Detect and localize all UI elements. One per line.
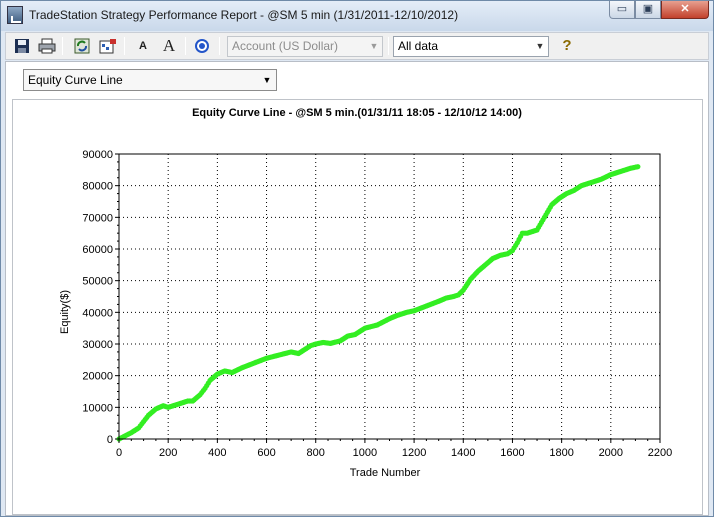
- print-icon[interactable]: [37, 36, 57, 56]
- x-tick-label: 1200: [402, 447, 426, 459]
- report-panel: Equity Curve Line ▼ Equity Curve Line - …: [5, 61, 709, 516]
- y-tick-label: 10000: [82, 402, 113, 414]
- chevron-down-icon: ▼: [369, 41, 379, 51]
- equity-curve-chart: Equity Curve Line - @SM 5 min.(01/31/11 …: [59, 107, 672, 479]
- graph-type-value: Equity Curve Line: [28, 73, 123, 87]
- x-tick-label: 600: [257, 447, 275, 459]
- toolbar-separator: [185, 37, 186, 55]
- chart-title: Equity Curve Line - @SM 5 min.(01/31/11 …: [192, 107, 522, 119]
- x-tick-label: 1000: [353, 447, 377, 459]
- x-tick-label: 2200: [648, 447, 672, 459]
- increase-font-button[interactable]: A: [159, 36, 179, 56]
- toolbar-separator: [62, 37, 63, 55]
- maximize-button[interactable]: ▣: [635, 1, 661, 19]
- x-tick-label: 1800: [549, 447, 573, 459]
- x-tick-label: 800: [307, 447, 325, 459]
- x-tick-label: 2000: [599, 447, 623, 459]
- y-tick-label: 70000: [82, 212, 113, 224]
- y-tick-label: 80000: [82, 181, 113, 193]
- data-point: [635, 164, 641, 170]
- minimize-button[interactable]: ▭: [609, 1, 635, 19]
- refresh-icon[interactable]: [72, 36, 92, 56]
- graph-type-select[interactable]: Equity Curve Line ▼: [23, 69, 277, 91]
- chevron-down-icon: ▼: [535, 41, 545, 51]
- account-select[interactable]: Account (US Dollar) ▼: [227, 36, 383, 57]
- chart-axes: 0 200 400 600 800 1000 1200 1400 1600 1800 2000 220…: [82, 149, 672, 459]
- period-select[interactable]: All data ▼: [393, 36, 549, 57]
- account-select-value: Account (US Dollar): [232, 39, 339, 53]
- chevron-down-icon: ▼: [262, 75, 272, 85]
- toolbar-separator: [124, 37, 125, 55]
- close-button[interactable]: ✕: [661, 1, 709, 19]
- x-tick-label: 1600: [500, 447, 524, 459]
- toolbar: A A Account (US Dollar) ▼ All data ▼ ?: [5, 32, 709, 60]
- x-tick-label: 1400: [451, 447, 475, 459]
- y-axis-label: Equity($): [59, 290, 71, 334]
- toolbar-separator: [388, 37, 389, 55]
- decrease-font-button[interactable]: A: [133, 36, 153, 56]
- settings-icon[interactable]: [98, 36, 118, 56]
- y-tick-label: 20000: [82, 371, 113, 383]
- y-tick-label: 60000: [82, 244, 113, 256]
- y-tick-label: 0: [107, 434, 113, 446]
- window-title: TradeStation Strategy Performance Report…: [29, 8, 459, 22]
- y-tick-label: 50000: [82, 276, 113, 288]
- x-axis-label: Trade Number: [350, 467, 421, 479]
- save-icon[interactable]: [12, 36, 32, 56]
- x-tick-label: 400: [208, 447, 226, 459]
- help-button[interactable]: ?: [557, 36, 577, 56]
- y-tick-label: 90000: [82, 149, 113, 161]
- y-tick-label: 30000: [82, 339, 113, 351]
- toolbar-separator: [219, 37, 220, 55]
- x-tick-label: 200: [159, 447, 177, 459]
- period-select-value: All data: [398, 39, 439, 53]
- report-window: TradeStation Strategy Performance Report…: [0, 0, 714, 517]
- title-bar[interactable]: TradeStation Strategy Performance Report…: [1, 1, 713, 31]
- app-icon: [7, 6, 23, 24]
- x-tick-label: 0: [116, 447, 122, 459]
- target-icon[interactable]: [192, 36, 212, 56]
- y-tick-label: 40000: [82, 307, 113, 319]
- chart-area: Equity Curve Line - @SM 5 min.(01/31/11 …: [12, 99, 703, 515]
